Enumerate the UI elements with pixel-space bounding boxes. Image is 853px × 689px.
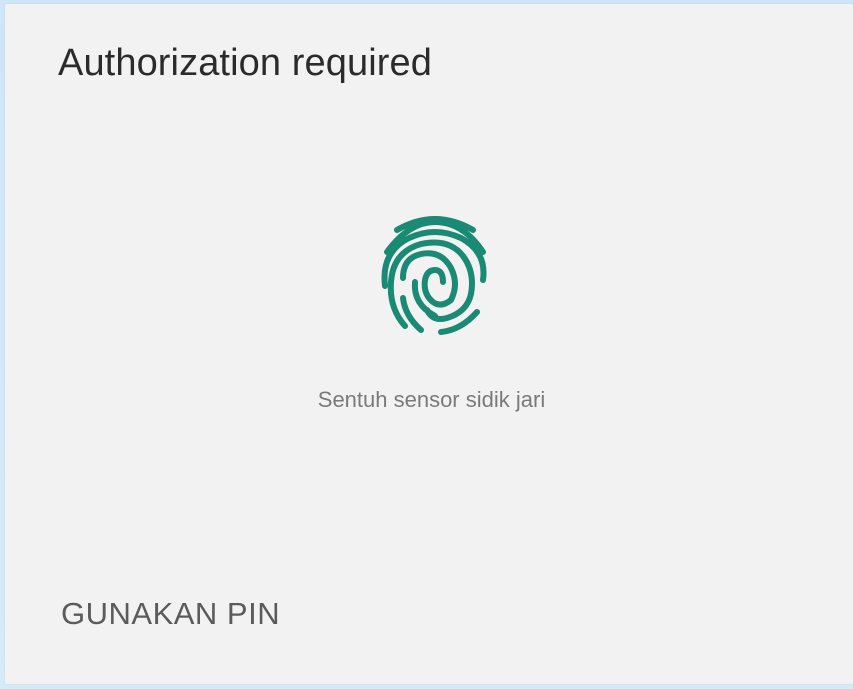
use-pin-button[interactable]: GUNAKAN PIN	[53, 590, 288, 638]
fingerprint-hint-text: Sentuh sensor sidik jari	[317, 387, 546, 412]
dialog-title: Authorization required	[58, 42, 432, 84]
authorization-dialog: Authorization required Sentuh sensor sid…	[5, 4, 853, 684]
fingerprint-icon	[381, 216, 487, 335]
